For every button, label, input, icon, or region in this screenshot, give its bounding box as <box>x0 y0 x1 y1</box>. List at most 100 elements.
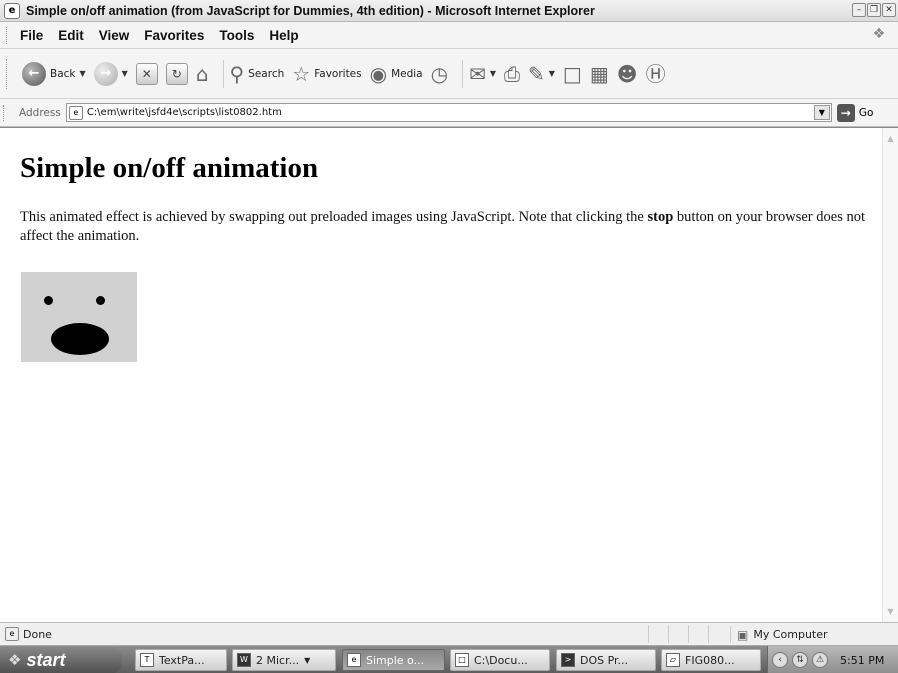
security-icon[interactable]: ⚠ <box>812 652 828 668</box>
research-icon: ▦ <box>589 61 609 86</box>
face-right-eye <box>96 296 105 305</box>
minimize-icon[interactable]: – <box>852 3 866 17</box>
status-panel <box>648 625 668 643</box>
history-icon: ◷ <box>430 61 449 86</box>
taskbar-item-dos[interactable]: > DOS Pr... <box>556 649 656 671</box>
ie-icon: e <box>347 653 361 667</box>
start-label: start <box>26 649 66 670</box>
edit-button[interactable]: ✎ ▼ <box>528 62 555 86</box>
menu-help[interactable]: Help <box>269 28 298 43</box>
folder-icon: □ <box>455 653 469 667</box>
task-label: Simple o... <box>366 653 425 667</box>
chevron-down-icon[interactable]: ▼ <box>122 69 128 78</box>
search-button[interactable]: ⚲ Search <box>230 62 285 86</box>
task-label: FIG080... <box>685 653 735 667</box>
restore-icon[interactable]: ❐ <box>867 3 881 17</box>
page-text-bold: stop <box>647 209 674 225</box>
mail-icon: ✉ <box>469 61 486 86</box>
go-label: Go <box>858 106 874 119</box>
favorites-label: Favorites <box>314 67 362 80</box>
clock[interactable]: 5:51 PM <box>840 654 884 667</box>
menu-view[interactable]: View <box>99 28 130 43</box>
task-label: TextPa... <box>159 653 205 667</box>
chevron-down-icon[interactable]: ▼ <box>549 69 555 78</box>
media-button[interactable]: ◉ Media <box>370 62 423 86</box>
chevron-down-icon[interactable]: ▼ <box>490 69 496 78</box>
media-label: Media <box>391 67 423 80</box>
messenger-icon: ☻ <box>616 61 638 86</box>
home-icon: ⌂ <box>195 61 209 86</box>
network-icon[interactable]: ⇅ <box>792 652 808 668</box>
go-button[interactable]: → Go <box>836 103 874 122</box>
menu-tools[interactable]: Tools <box>219 28 254 43</box>
start-button[interactable]: ❖ start <box>0 646 122 673</box>
status-panels <box>648 625 728 643</box>
messenger-button[interactable]: ☻ <box>617 62 638 86</box>
menu-bar: File Edit View Favorites Tools Help ❖ <box>0 22 898 49</box>
back-button[interactable]: ← Back ▼ <box>22 61 86 86</box>
toolbar-grip[interactable] <box>3 105 6 121</box>
title-bar: e Simple on/off animation (from JavaScri… <box>0 0 898 22</box>
taskbar: ❖ start T TextPa... W 2 Micr... ▼ e Simp… <box>0 645 898 673</box>
refresh-button[interactable]: ↻ <box>165 62 188 85</box>
face-left-eye <box>44 296 53 305</box>
taskbar-item-word[interactable]: W 2 Micr... ▼ <box>232 649 336 671</box>
address-url[interactable]: C:\em\write\jsfd4e\scripts\list0802.htm <box>87 107 814 118</box>
ie-icon: e <box>4 2 20 19</box>
refresh-icon: ↻ <box>165 62 188 85</box>
window-title: Simple on/off animation (from JavaScript… <box>26 3 595 18</box>
chevron-down-icon[interactable]: ▼ <box>80 69 86 78</box>
address-input[interactable]: e C:\em\write\jsfd4e\scripts\list0802.ht… <box>65 103 832 122</box>
toolbar-grip[interactable] <box>6 59 9 89</box>
stop-button[interactable]: ✕ <box>135 62 158 85</box>
windows-logo-icon: ❖ <box>872 26 886 42</box>
tray-show-icon[interactable]: ‹ <box>772 652 788 668</box>
taskbar-item-folder[interactable]: □ C:\Docu... <box>450 649 550 671</box>
security-zone: ▣ My Computer <box>730 626 828 643</box>
scroll-up-icon[interactable]: ▲ <box>885 133 896 144</box>
taskbar-item-ie[interactable]: e Simple o... <box>342 649 445 671</box>
image-icon: ▱ <box>666 653 680 667</box>
word-icon: W <box>237 653 251 667</box>
page-icon: e <box>5 627 19 641</box>
print-button[interactable]: ⎙ <box>504 62 520 86</box>
vertical-scrollbar[interactable]: ▲ ▼ <box>882 128 898 622</box>
chevron-down-icon[interactable]: ▼ <box>304 656 310 665</box>
taskbar-item-fig[interactable]: ▱ FIG080... <box>661 649 761 671</box>
scroll-down-icon[interactable]: ▼ <box>885 606 896 617</box>
task-label: 2 Micr... <box>256 653 300 667</box>
status-text: Done <box>23 627 52 641</box>
go-arrow-icon: → <box>836 103 855 122</box>
address-label: Address <box>19 106 61 119</box>
page-icon: e <box>68 105 83 120</box>
menu-edit[interactable]: Edit <box>58 28 84 43</box>
task-label: DOS Pr... <box>580 653 629 667</box>
discuss-icon: □ <box>562 61 582 86</box>
status-panel <box>688 625 708 643</box>
close-icon[interactable]: ✕ <box>882 3 896 17</box>
home-button[interactable]: ⌂ <box>196 62 209 86</box>
toolbar-grip[interactable] <box>6 27 9 44</box>
history-button[interactable]: ◷ <box>431 62 448 86</box>
menu-favorites[interactable]: Favorites <box>144 28 204 43</box>
msn-icon: Ⓗ <box>645 61 666 86</box>
media-icon: ◉ <box>369 61 388 86</box>
chevron-down-icon[interactable]: ▼ <box>813 105 830 120</box>
toolbar-divider <box>222 59 224 88</box>
stop-icon: ✕ <box>135 62 158 85</box>
face-mouth <box>51 323 109 355</box>
msn-button[interactable]: Ⓗ <box>646 62 666 86</box>
mail-button[interactable]: ✉ ▼ <box>469 62 496 86</box>
forward-button[interactable]: → ▼ <box>93 61 128 86</box>
system-tray: ‹ ⇅ ⚠ 5:51 PM <box>767 646 898 673</box>
back-arrow-icon: ← <box>22 61 46 86</box>
task-label: C:\Docu... <box>474 653 528 667</box>
discuss-button[interactable]: □ <box>563 62 582 86</box>
favorites-button[interactable]: ☆ Favorites <box>292 62 361 86</box>
page-description: This animated effect is achieved by swap… <box>20 208 870 246</box>
animated-face-image <box>21 272 137 362</box>
standard-toolbar: ← Back ▼ → ▼ ✕ ↻ ⌂ ⚲ Search ☆ Favorites … <box>0 49 898 99</box>
research-button[interactable]: ▦ <box>590 62 609 86</box>
taskbar-item-textpad[interactable]: T TextPa... <box>135 649 227 671</box>
menu-file[interactable]: File <box>20 28 43 43</box>
